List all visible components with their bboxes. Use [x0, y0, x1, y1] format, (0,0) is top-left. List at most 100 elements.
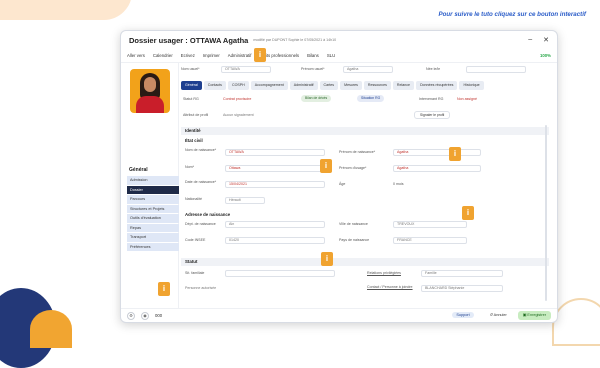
tab-ressources[interactable]: Ressources — [363, 81, 391, 90]
prenom2-input[interactable]: Agatha — [393, 165, 481, 172]
statut-label: Statut RG — [183, 97, 199, 101]
prenom2-label: Prénom d'usage* — [339, 166, 367, 170]
nom2-label: Nom* — [185, 165, 194, 169]
tab-cosph[interactable]: COSPH — [227, 81, 249, 90]
completion-percent: 100% — [540, 53, 551, 58]
pays-label: Pays de naissance — [339, 238, 370, 242]
minimize-icon[interactable]: – — [528, 36, 532, 44]
signaler-profil-button[interactable]: Signaler le profil — [414, 111, 451, 119]
tutorial-info-button[interactable]: i — [449, 147, 461, 161]
tab-donnees[interactable]: Données récupérées — [416, 81, 458, 90]
sidebar-nav: Admission Dossier Parcours Structures et… — [127, 176, 179, 252]
enregistrer-label: Enregistrer — [527, 313, 546, 317]
enregistrer-button[interactable]: ▣ Enregistrer — [517, 311, 551, 320]
tutorial-info-button[interactable]: i — [320, 159, 332, 173]
prenom-naiss-input[interactable]: Agatha — [393, 149, 481, 156]
age-label: Âge — [339, 182, 346, 186]
main-content: Nom usuel* OTTAWA Prénom usuel* Agatha N… — [181, 63, 549, 308]
tab-contacts[interactable]: Contacts — [203, 81, 226, 90]
intervenant-label: Intervenant RG — [419, 97, 444, 101]
cp-label: Code INSEE — [185, 238, 206, 242]
title-bar: Dossier usager : OTTAWA Agatha modifié p… — [121, 31, 557, 49]
tutorial-info-button[interactable]: i — [462, 206, 474, 220]
toolbar-slu[interactable]: SLU — [327, 53, 335, 58]
window-title: Dossier usager : OTTAWA Agatha — [129, 35, 249, 45]
scrollbar[interactable] — [545, 125, 547, 301]
decor-blob-top — [0, 0, 132, 20]
nom-naiss-label: Nom de naissance* — [185, 148, 217, 152]
prenom-input[interactable]: Agatha — [343, 66, 393, 73]
eye-icon[interactable]: ◉ — [141, 311, 149, 320]
tab-administratif[interactable]: Administratif — [289, 81, 318, 90]
sidebar-item-parcours[interactable]: Parcours — [127, 195, 179, 204]
naiss-label: Née le/le — [426, 67, 441, 71]
sidebar-item-transport[interactable]: Transport — [127, 233, 179, 242]
dept-label: Dépt. de naissance — [185, 222, 216, 226]
toolbar-imprimer[interactable]: Imprimer — [203, 53, 220, 58]
ville-input[interactable]: TREVOUX — [393, 221, 467, 228]
dept-input[interactable]: Ain — [225, 221, 325, 228]
situation-badge[interactable]: Situation RG — [357, 95, 385, 102]
nationalite-select[interactable]: Hérault — [225, 197, 265, 204]
adresse-heading: Adresse de naissance — [185, 212, 231, 217]
ville-label: Ville de naissance — [339, 222, 368, 226]
tutorial-tagline: Pour suivre le tuto cliquez sur ce bouto… — [438, 11, 587, 18]
rel-input[interactable]: Famille — [421, 270, 503, 277]
etat-civil-heading: État civil — [185, 138, 203, 143]
tutorial-info-button[interactable]: i — [158, 282, 170, 296]
date-input[interactable]: 15/04/2021 — [225, 181, 325, 188]
sidebar-item-structures[interactable]: Structures et Projets — [127, 204, 179, 213]
prenom-naiss-label: Prénom de naissance* — [339, 150, 376, 154]
annuler-button[interactable]: ↺ Annuler — [485, 311, 512, 320]
sit-select[interactable] — [225, 270, 335, 277]
sidebar-item-admission[interactable]: Admission — [127, 176, 179, 185]
nom-naiss-input[interactable]: OTTAWA — [225, 149, 325, 156]
nationalite-label: Nationalité — [185, 197, 202, 201]
tab-general[interactable]: Général — [181, 81, 202, 90]
tab-historique[interactable]: Historique — [459, 81, 484, 90]
sidebar-item-preferences[interactable]: Préférences — [127, 242, 179, 251]
window-subtitle: modifié par DUPONT Sophie le 07/05/2021 … — [253, 38, 337, 42]
sidebar-item-outils[interactable]: Outils d'évaluation — [127, 214, 179, 223]
tutorial-info-button[interactable]: i — [254, 48, 266, 62]
avatar — [130, 69, 170, 113]
toolbar-ecrivez[interactable]: Ecrivez — [181, 53, 195, 58]
bilan-badge[interactable]: Bilan de décès — [301, 95, 332, 102]
tab-mesures[interactable]: Mesures — [340, 81, 362, 90]
nom-label: Nom usuel* — [181, 67, 200, 71]
bottom-left-counter[interactable]: 000 — [155, 313, 162, 318]
tutorial-info-button[interactable]: i — [321, 252, 333, 266]
tab-bar: Général Contacts COSPH Accompagnement Ad… — [181, 81, 549, 90]
support-label: Support — [452, 312, 474, 318]
toolbar-administratif[interactable]: Administratif — [228, 53, 252, 58]
decor-blob-orange — [30, 310, 72, 348]
settings-icon[interactable]: ⚙ — [127, 311, 135, 320]
naiss-input[interactable] — [466, 66, 526, 73]
profil-label: Attribut de profil — [183, 113, 209, 117]
toolbar: Aller vers Calendrier Ecrivez Imprimer A… — [121, 49, 557, 63]
pays-input[interactable]: FRANCE — [393, 237, 467, 244]
nav-heading: Général — [129, 167, 148, 173]
cp-input[interactable]: 01420 — [225, 237, 325, 244]
annuler-label: Annuler — [493, 313, 507, 317]
date-label: Date de naissance* — [185, 180, 217, 184]
decor-arc-bottom-right — [552, 298, 600, 346]
tab-relance[interactable]: Relance — [392, 81, 415, 90]
close-icon[interactable]: ✕ — [543, 36, 549, 44]
resp2-label: Contact / Personne à joindre — [367, 285, 413, 289]
intervenant-value: Non assigné — [457, 97, 477, 101]
sidebar-item-dossier[interactable]: Dossier — [127, 185, 179, 194]
toolbar-calendrier[interactable]: Calendrier — [153, 53, 173, 58]
toolbar-aller-vers[interactable]: Aller vers — [127, 53, 145, 58]
nom2-input[interactable]: Ottawa — [225, 165, 325, 172]
section-identite: Identité — [181, 127, 549, 135]
toolbar-bilans[interactable]: Bilans — [307, 53, 319, 58]
nom-input[interactable]: OTTAWA — [221, 66, 271, 73]
tab-accompagnement[interactable]: Accompagnement — [250, 81, 288, 90]
resp2-input[interactable]: BLANCHARD Stéphanie — [421, 285, 503, 292]
support-button[interactable]: Support — [447, 311, 478, 320]
prenom-label: Prénom usuel* — [301, 67, 325, 71]
sidebar-item-repas[interactable]: Repas — [127, 223, 179, 232]
profil-value: Aucun signalement — [223, 113, 254, 117]
tab-cartes[interactable]: Cartes — [319, 81, 339, 90]
